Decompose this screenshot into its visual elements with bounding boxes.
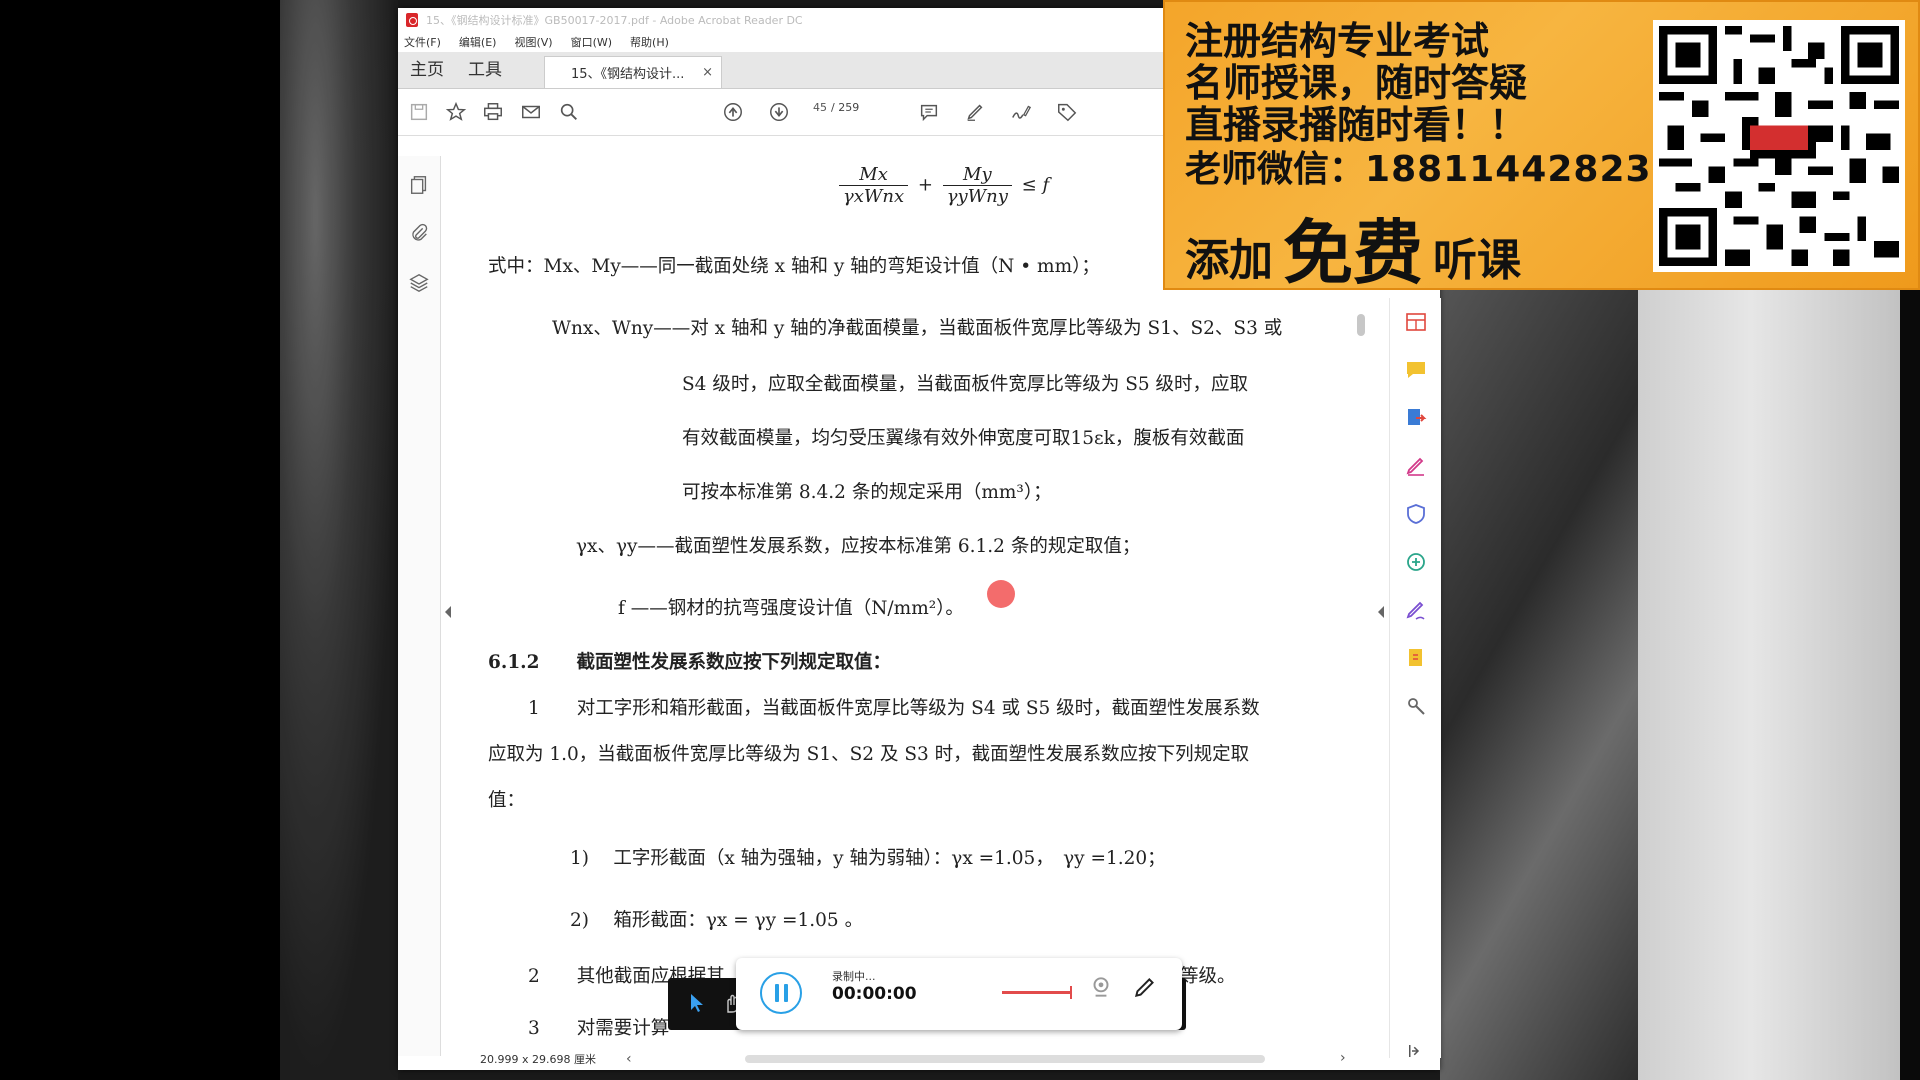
menu-help[interactable]: 帮助(H) xyxy=(630,34,669,50)
audio-level-meter xyxy=(1002,986,1072,999)
next-page-icon[interactable] xyxy=(766,99,792,125)
vertical-scroll-thumb[interactable] xyxy=(1357,314,1365,336)
text-line: 1 对工字形和箱形截面，当截面板件宽厚比等级为 S4 或 S5 级时，截面塑性发… xyxy=(528,698,1260,719)
menu-view[interactable]: 视图(V) xyxy=(514,34,552,50)
recording-status: 录制中... xyxy=(832,970,876,983)
menu-edit[interactable]: 编辑(E) xyxy=(459,34,497,50)
text-line: 值： xyxy=(488,790,526,811)
previous-page-icon[interactable] xyxy=(720,99,746,125)
organize-pages-icon[interactable] xyxy=(1404,310,1428,334)
screen-recorder-panel: 录制中... 00:00:00 xyxy=(736,958,1182,1030)
send-review-icon[interactable] xyxy=(1404,550,1428,574)
left-navigation-rail xyxy=(398,156,441,1056)
scroll-right-arrow-icon[interactable]: › xyxy=(1340,1050,1346,1066)
formula-term-y: My γyWny xyxy=(942,164,1012,207)
formula-plus: + xyxy=(917,174,933,196)
text-line: 1) 工字形截面（x 轴为强轴，y 轴为弱轴）：γx =1.05， γy =1.… xyxy=(570,848,1166,869)
export-pdf-icon[interactable] xyxy=(1404,406,1428,430)
more-tools-icon[interactable] xyxy=(1404,694,1428,718)
comment-tool-icon[interactable] xyxy=(1404,358,1428,382)
pointer-arrow-icon[interactable] xyxy=(688,992,708,1014)
pause-bar xyxy=(783,984,788,1002)
text-line: 可按本标准第 8.4.2 条的规定采用（mm³）； xyxy=(682,482,1052,503)
text-line: 式中：Mx、My——同一截面处绕 x 轴和 y 轴的弯矩设计值（N • mm）； xyxy=(488,256,1100,277)
text-line: 等级。 xyxy=(1180,966,1236,987)
attachment-icon[interactable] xyxy=(408,222,430,244)
search-icon[interactable] xyxy=(556,99,582,125)
qr-code-graphic xyxy=(1659,26,1899,266)
right-tools-rail xyxy=(1389,298,1441,1058)
comment-icon[interactable] xyxy=(916,99,942,125)
advertisement-banner[interactable]: 注册结构专业考试 名师授课，随时答疑 直播录播随时看！！ 老师微信：188114… xyxy=(1163,0,1920,290)
tab-document[interactable]: 15、《钢结构设计... × xyxy=(544,56,722,88)
acrobat-app-icon xyxy=(406,13,418,27)
ad-listen-text: 听课 xyxy=(1433,235,1521,286)
desktop-wallpaper-rock-left xyxy=(280,0,398,1080)
text-line: 2) 箱形截面：γx = γy =1.05 。 xyxy=(570,910,864,931)
draw-pen-icon[interactable] xyxy=(1132,974,1158,1000)
vertical-scrollbar[interactable] xyxy=(1355,314,1367,1054)
formula-num-my: My xyxy=(942,164,1012,186)
page-thumbnails-icon[interactable] xyxy=(408,174,430,196)
page-number-input[interactable]: 45 xyxy=(813,101,827,114)
text-line: 3 对需要计算 xyxy=(528,1018,670,1039)
email-icon[interactable] xyxy=(518,99,544,125)
horizontal-scrollbar[interactable] xyxy=(745,1055,1265,1063)
tab-home[interactable]: 主页 xyxy=(398,55,456,88)
pause-recording-button[interactable] xyxy=(760,972,802,1014)
formula-den-y: γyWny xyxy=(946,186,1008,207)
formula-term-x: Mx γxWnx xyxy=(839,164,909,207)
page-size-readout: 20.999 x 29.698 厘米 xyxy=(480,1053,596,1066)
scroll-left-arrow-icon[interactable]: ‹ xyxy=(626,1051,632,1067)
ad-free-text: 免费 xyxy=(1283,212,1423,290)
create-pdf-icon[interactable] xyxy=(1404,646,1428,670)
window-title: 15、《钢结构设计标准》GB50017-2017.pdf - Adobe Acr… xyxy=(426,14,803,27)
sign-icon[interactable] xyxy=(1008,99,1034,125)
page-indicator: 45 / 259 xyxy=(813,101,859,114)
layers-icon[interactable] xyxy=(408,272,430,294)
formula-den-x: γxWnx xyxy=(843,186,905,207)
text-line: Wnx、Wny——对 x 轴和 y 轴的净截面模量，当截面板件宽厚比等级为 S1… xyxy=(552,318,1283,339)
qr-code[interactable] xyxy=(1653,20,1905,272)
print-icon[interactable] xyxy=(480,99,506,125)
ad-wechat-line: 老师微信：18811442823 xyxy=(1185,140,1652,192)
desktop-background-right xyxy=(1900,290,1920,1080)
tab-close-icon[interactable]: × xyxy=(702,65,713,80)
section-heading: 6.1.2 截面塑性发展系数应按下列规定取值： xyxy=(488,652,892,673)
formula-leq-f: ≤ f xyxy=(1021,174,1050,196)
menu-window[interactable]: 窗口(W) xyxy=(571,34,612,50)
webcam-icon[interactable] xyxy=(1088,974,1114,1000)
text-line: 有效截面模量，均匀受压翼缘有效外伸宽度可取15εk，腹板有效截面 xyxy=(682,428,1245,449)
ad-add-text: 添加 xyxy=(1185,235,1273,286)
menu-file[interactable]: 文件(F) xyxy=(404,34,441,50)
tab-document-label: 15、《钢结构设计... xyxy=(571,67,685,82)
pause-bar xyxy=(774,984,779,1002)
tag-icon[interactable] xyxy=(1054,99,1080,125)
right-panel-collapse-icon[interactable] xyxy=(1378,606,1384,618)
protect-shield-icon[interactable] xyxy=(1404,502,1428,526)
ad-wechat-label: 老师微信： xyxy=(1185,149,1366,190)
page-total: / 259 xyxy=(831,101,860,114)
text-line: S4 级时，应取全截面模量，当截面板件宽厚比等级为 S5 级时，应取 xyxy=(682,374,1249,395)
bending-formula: Mx γxWnx + My γyWny ≤ f xyxy=(835,164,1049,207)
bookmark-star-icon[interactable] xyxy=(443,99,469,125)
cursor-highlight xyxy=(987,580,1015,608)
request-signature-icon[interactable] xyxy=(1404,598,1428,622)
save-icon[interactable] xyxy=(406,99,432,125)
desktop-wallpaper-rock-right xyxy=(1440,290,1638,1080)
desktop-wallpaper-light xyxy=(1638,290,1920,1080)
ad-wechat-number: 18811442823 xyxy=(1365,149,1652,190)
fill-sign-icon[interactable] xyxy=(1404,454,1428,478)
text-line: f ——钢材的抗弯强度设计值（N/mm²）。 xyxy=(618,598,964,619)
text-line: γx、γy——截面塑性发展系数，应按本标准第 6.1.2 条的规定取值； xyxy=(576,536,1141,557)
tab-tools[interactable]: 工具 xyxy=(456,55,514,88)
status-bar: 20.999 x 29.698 厘米 ‹ › xyxy=(440,1048,1440,1070)
desktop-background-left xyxy=(0,0,280,1080)
text-line: 应取为 1.0，当截面板件宽厚比等级为 S1、S2 及 S3 时，截面塑性发展系… xyxy=(488,744,1250,765)
formula-num-mx: Mx xyxy=(839,164,909,186)
recording-timer: 00:00:00 xyxy=(832,984,917,1004)
highlight-pen-icon[interactable] xyxy=(962,99,988,125)
